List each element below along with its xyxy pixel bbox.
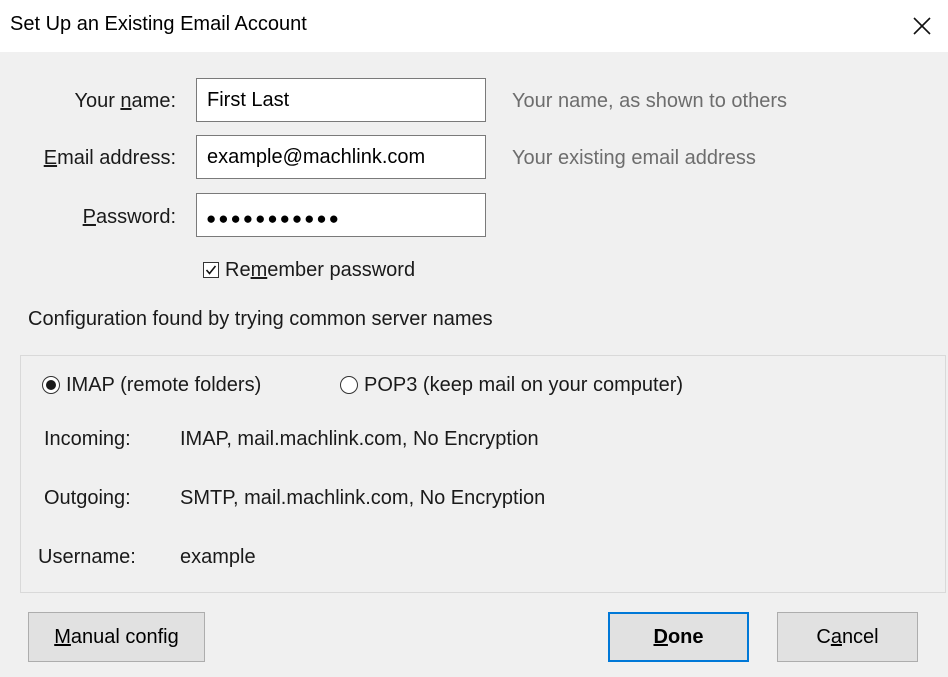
- outgoing-value: SMTP, mail.machlink.com, No Encryption: [180, 487, 546, 509]
- pop3-radio-row[interactable]: POP3 (keep mail on your computer): [340, 372, 683, 398]
- remember-password-checkbox[interactable]: [203, 262, 219, 278]
- remember-password-row[interactable]: Remember password: [203, 258, 415, 282]
- imap-radio[interactable]: [42, 376, 60, 394]
- title-bar: Set Up an Existing Email Account: [0, 0, 948, 52]
- pop3-radio[interactable]: [340, 376, 358, 394]
- remember-password-label: Remember password: [225, 258, 416, 281]
- password-mask: ●●●●●●●●●●●: [206, 209, 341, 228]
- password-label: Password:: [82, 206, 176, 228]
- incoming-value: IMAP, mail.machlink.com, No Encryption: [180, 428, 539, 450]
- name-label: Your name:: [74, 90, 176, 112]
- config-status: Configuration found by trying common ser…: [28, 308, 493, 330]
- name-hint: Your name, as shown to others: [512, 90, 787, 112]
- outgoing-label: Outgoing:: [44, 487, 131, 509]
- email-hint: Your existing email address: [512, 147, 756, 169]
- imap-radio-row[interactable]: IMAP (remote folders): [42, 372, 261, 398]
- incoming-label: Incoming:: [44, 428, 131, 450]
- pop3-radio-label: POP3 (keep mail on your computer): [364, 373, 684, 396]
- username-label: Username:: [38, 546, 136, 568]
- username-value: example: [180, 546, 256, 568]
- email-label: Email address:: [43, 147, 176, 169]
- checkmark-icon: [205, 265, 217, 275]
- close-button[interactable]: [904, 8, 940, 44]
- name-input[interactable]: First Last: [196, 78, 486, 122]
- imap-radio-label: IMAP (remote folders): [66, 373, 262, 396]
- email-input[interactable]: example@machlink.com: [196, 135, 486, 179]
- manual-config-button[interactable]: Manual config: [28, 612, 205, 662]
- window-title: Set Up an Existing Email Account: [10, 13, 307, 35]
- cancel-button[interactable]: Ca ncel: [777, 612, 918, 662]
- done-button[interactable]: Done: [608, 612, 749, 662]
- close-icon: [913, 17, 931, 35]
